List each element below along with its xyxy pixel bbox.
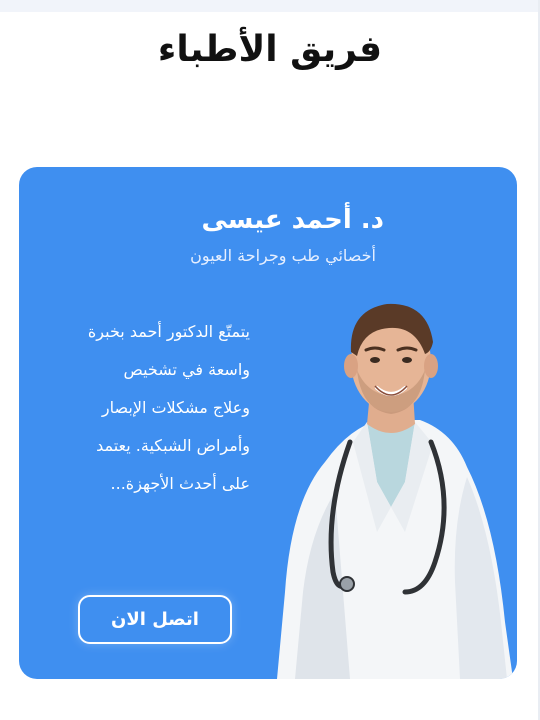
top-strip <box>0 0 540 12</box>
doctor-bio-line: على أحدث الأجهزة... <box>110 474 250 493</box>
contact-button[interactable]: اتصل الان <box>78 595 232 644</box>
doctor-bio: يتمتّع الدكتور أحمد بخبرة واسعة في تشخيص… <box>40 313 250 503</box>
doctor-bio-line: وأمراض الشبكية. يعتمد <box>96 436 250 455</box>
doctor-bio-line: واسعة في تشخيص <box>123 360 250 379</box>
section-title: فريق الأطباء <box>157 29 383 70</box>
doctor-name: د. أحمد عيسى <box>201 205 384 235</box>
doctor-specialty: أخصائي طب وجراحة العيون <box>190 246 376 265</box>
doctor-card: د. أحمد عيسى أخصائي طب وجراحة العيون يتم… <box>19 167 517 679</box>
doctor-bio-line: يتمتّع الدكتور أحمد بخبرة <box>87 322 250 341</box>
doctor-bio-line: وعلاج مشكلات الإبصار <box>101 398 250 417</box>
doctor-photo <box>277 303 513 679</box>
